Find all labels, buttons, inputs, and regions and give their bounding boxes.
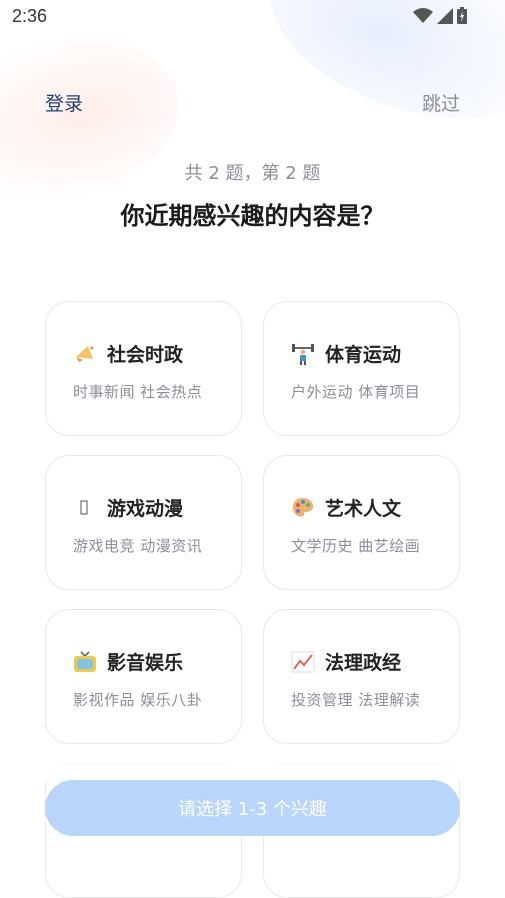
card-subtitle: 投资管理 法理解读 (291, 691, 421, 709)
status-icons (413, 7, 467, 24)
card-subtitle: 文学历史 曲艺绘画 (291, 537, 421, 555)
card-subtitle: 影视作品 娱乐八卦 (73, 691, 203, 709)
card-subtitle: 户外运动 体育项目 (291, 383, 421, 401)
tv-icon (73, 650, 97, 674)
wifi-icon (413, 7, 433, 23)
card-title: 体育运动 (325, 344, 402, 366)
card-title: 艺术人文 (325, 498, 402, 520)
weightlifter-icon (291, 342, 315, 366)
background-decoration (0, 16, 195, 224)
card-title: 游戏动漫 (107, 498, 184, 520)
page-title: 你近期感兴趣的内容是？ (120, 202, 385, 230)
card-subtitle: 时事新闻 社会热点 (73, 383, 203, 401)
signal-icon (437, 7, 453, 24)
status-bar: 2:36 (0, 0, 505, 34)
card-subtitle: 游戏电竞 动漫资讯 (73, 537, 203, 555)
card-title: 社会时政 (107, 344, 184, 366)
game-icon (73, 496, 97, 520)
interest-card-arts[interactable]: 艺术人文 文学历史 曲艺绘画 (263, 455, 460, 590)
login-link[interactable]: 登录 (45, 89, 83, 116)
status-time: 2:36 (12, 6, 48, 26)
interest-card-games[interactable]: 游戏动漫 游戏电竞 动漫资讯 (45, 455, 242, 590)
megaphone-icon (73, 342, 97, 366)
confirm-interests-button[interactable]: 请选择 1-3 个兴趣 (45, 780, 460, 836)
interest-card-politics[interactable]: 社会时政 时事新闻 社会热点 (45, 301, 242, 436)
interest-card-law-economics[interactable]: 法理政经 投资管理 法理解读 (263, 609, 460, 744)
palette-icon (291, 496, 315, 520)
battery-icon (457, 7, 467, 24)
card-title: 影音娱乐 (107, 652, 184, 674)
question-progress: 共 2 题，第 2 题 (184, 163, 321, 184)
interest-card-sports[interactable]: 体育运动 户外运动 体育项目 (263, 301, 460, 436)
chart-icon (291, 650, 315, 674)
skip-button[interactable]: 跳过 (422, 89, 460, 116)
card-title: 法理政经 (325, 652, 402, 674)
scroll-fade (0, 740, 505, 780)
interest-card-entertainment[interactable]: 影音娱乐 影视作品 娱乐八卦 (45, 609, 242, 744)
